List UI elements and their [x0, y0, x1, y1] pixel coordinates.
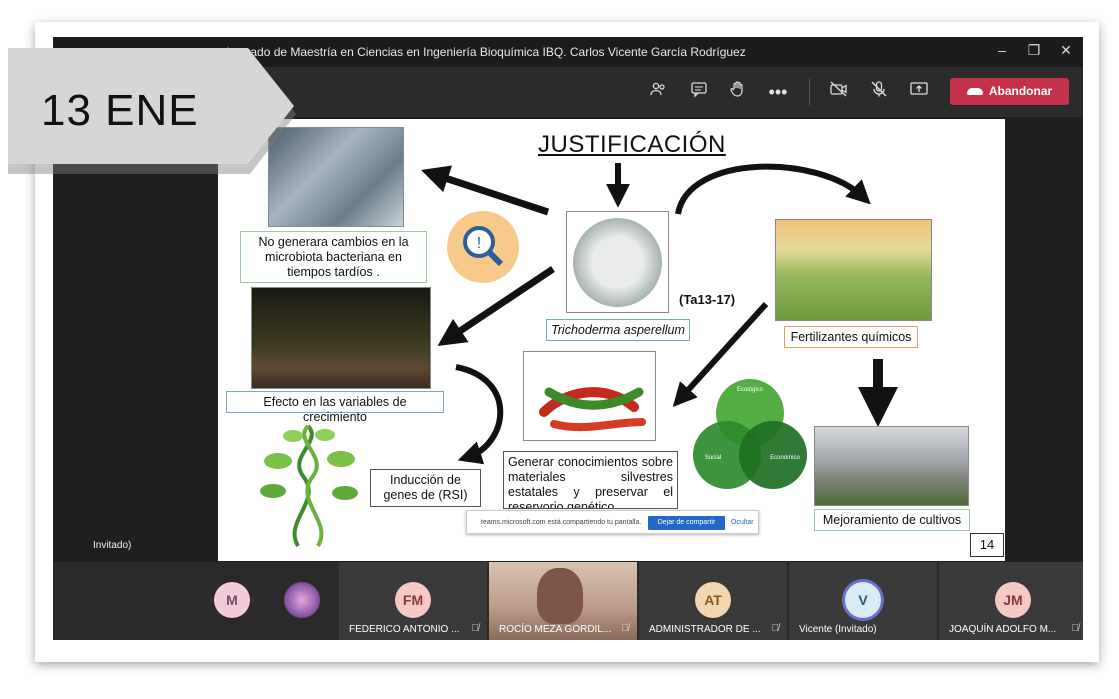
- growth-label: Efecto en las variables de crecimiento: [226, 391, 444, 424]
- participant-avatar-speaking: V: [845, 582, 881, 618]
- induction-text: Inducción de genes de (RSI): [370, 469, 481, 507]
- participant-tile[interactable]: V Vicente (Invitado): [789, 562, 937, 640]
- hide-notice-link[interactable]: Ocultar: [731, 519, 754, 526]
- raise-hand-icon[interactable]: [726, 80, 750, 104]
- restore-icon[interactable]: ❐: [1019, 42, 1049, 59]
- participant-name: Vicente (Invitado): [799, 624, 877, 635]
- fertilizer-spraying-image: [775, 219, 932, 321]
- fertilizers-label: Fertilizantes químicos: [784, 326, 918, 348]
- participant-video-person: [537, 568, 583, 624]
- participant-strip: M FM FEDERICO ANTONIO ... 🎙̸ ROCÍO MEZA …: [53, 562, 1083, 640]
- strain-code: (Ta13-17): [679, 292, 736, 307]
- leave-button-label: Abandonar: [988, 84, 1053, 98]
- improvement-label: Mejoramiento de cultivos: [814, 509, 970, 531]
- slide-title: JUSTIFICACIÓN: [538, 131, 726, 158]
- venn-economico: Económico: [770, 455, 800, 461]
- mic-muted-icon: 🎙̸: [771, 623, 780, 634]
- mic-muted-icon: 🎙̸: [1071, 623, 1080, 634]
- screen-share-notice: teams.microsoft.com está compartiendo tu…: [466, 510, 759, 534]
- leave-button[interactable]: Abandonar: [950, 78, 1069, 105]
- participant-name: ROCÍO MEZA GORDIL...: [499, 624, 612, 635]
- camera-off-icon[interactable]: [827, 80, 851, 104]
- participants-icon[interactable]: [646, 80, 670, 104]
- chat-icon[interactable]: [687, 80, 711, 104]
- stop-sharing-button[interactable]: Dejar de compartir: [648, 516, 725, 530]
- minimize-icon[interactable]: –: [987, 42, 1017, 58]
- participant-tile[interactable]: AT ADMINISTRADOR DE ... 🎙̸: [639, 562, 787, 640]
- sustainability-venn-diagram: Ecológico Social Económico: [693, 377, 808, 497]
- avatar-initials: M: [226, 592, 238, 608]
- arrow-to-induction: [455, 364, 504, 465]
- toolbar-divider: [809, 79, 810, 105]
- date-badge: 13 ENE: [8, 48, 298, 174]
- window-title: de grado de Maestría en Ciencias en Inge…: [223, 45, 746, 59]
- date-label: 13 ENE: [41, 86, 199, 135]
- avatar-initials: JM: [1003, 592, 1023, 608]
- guest-label: Invitado): [93, 540, 132, 551]
- avatar-initials: V: [858, 592, 868, 608]
- svg-text:!: !: [477, 235, 481, 252]
- knowledge-text: Generar conocimientos sobre materiales s…: [503, 451, 678, 509]
- magnifier-icon: !: [447, 211, 519, 283]
- share-message: teams.microsoft.com está compartiendo tu…: [481, 519, 642, 526]
- avatar-initials: AT: [704, 592, 722, 608]
- slide-number: 14: [970, 533, 1004, 557]
- participant-name: JOAQUÍN ADOLFO M...: [949, 624, 1057, 635]
- dna-plant-icon: [253, 421, 363, 551]
- participant-tile[interactable]: M: [189, 562, 337, 640]
- mic-off-icon[interactable]: [867, 80, 891, 104]
- participant-avatar: FM: [395, 582, 431, 618]
- participant-avatar: JM: [995, 582, 1031, 618]
- mic-muted-icon: 🎙̸: [621, 623, 630, 634]
- avatar-initials: FM: [402, 592, 424, 608]
- venn-social: Social: [705, 455, 721, 461]
- trichoderma-label: Trichoderma asperellum: [546, 319, 690, 341]
- microbiota-text: No generara cambios en la microbiota bac…: [240, 231, 427, 283]
- participant-video-tile[interactable]: ROCÍO MEZA GORDIL... 🎙̸: [489, 562, 637, 640]
- shared-slide: JUSTIFICACIÓN No generara cambios en la …: [218, 119, 1005, 561]
- arrow-to-microbiota: [421, 165, 550, 216]
- seedlings-image: [251, 287, 431, 389]
- participant-tile[interactable]: FM FEDERICO ANTONIO ... 🎙̸: [339, 562, 487, 640]
- venn-ecologico: Ecológico: [737, 387, 764, 393]
- share-screen-icon[interactable]: [907, 80, 931, 104]
- participant-name: ADMINISTRADOR DE ...: [649, 624, 761, 635]
- hang-up-icon: [966, 88, 983, 96]
- participant-tile[interactable]: JM JOAQUÍN ADOLFO M... 🎙̸: [939, 562, 1083, 640]
- lab-peas-image: [814, 426, 969, 506]
- arrow-to-fertilizers: [675, 163, 871, 215]
- close-icon[interactable]: ✕: [1051, 42, 1081, 59]
- petri-dish-image: [566, 211, 669, 313]
- chili-peppers-image: [523, 351, 656, 441]
- mic-muted-icon: 🎙̸: [471, 623, 480, 634]
- participant-avatar: M: [214, 582, 250, 618]
- profile-photo-avatar: [284, 582, 320, 618]
- participant-name: FEDERICO ANTONIO ...: [349, 624, 460, 635]
- more-options-icon[interactable]: •••: [766, 80, 790, 104]
- participant-avatar: AT: [695, 582, 731, 618]
